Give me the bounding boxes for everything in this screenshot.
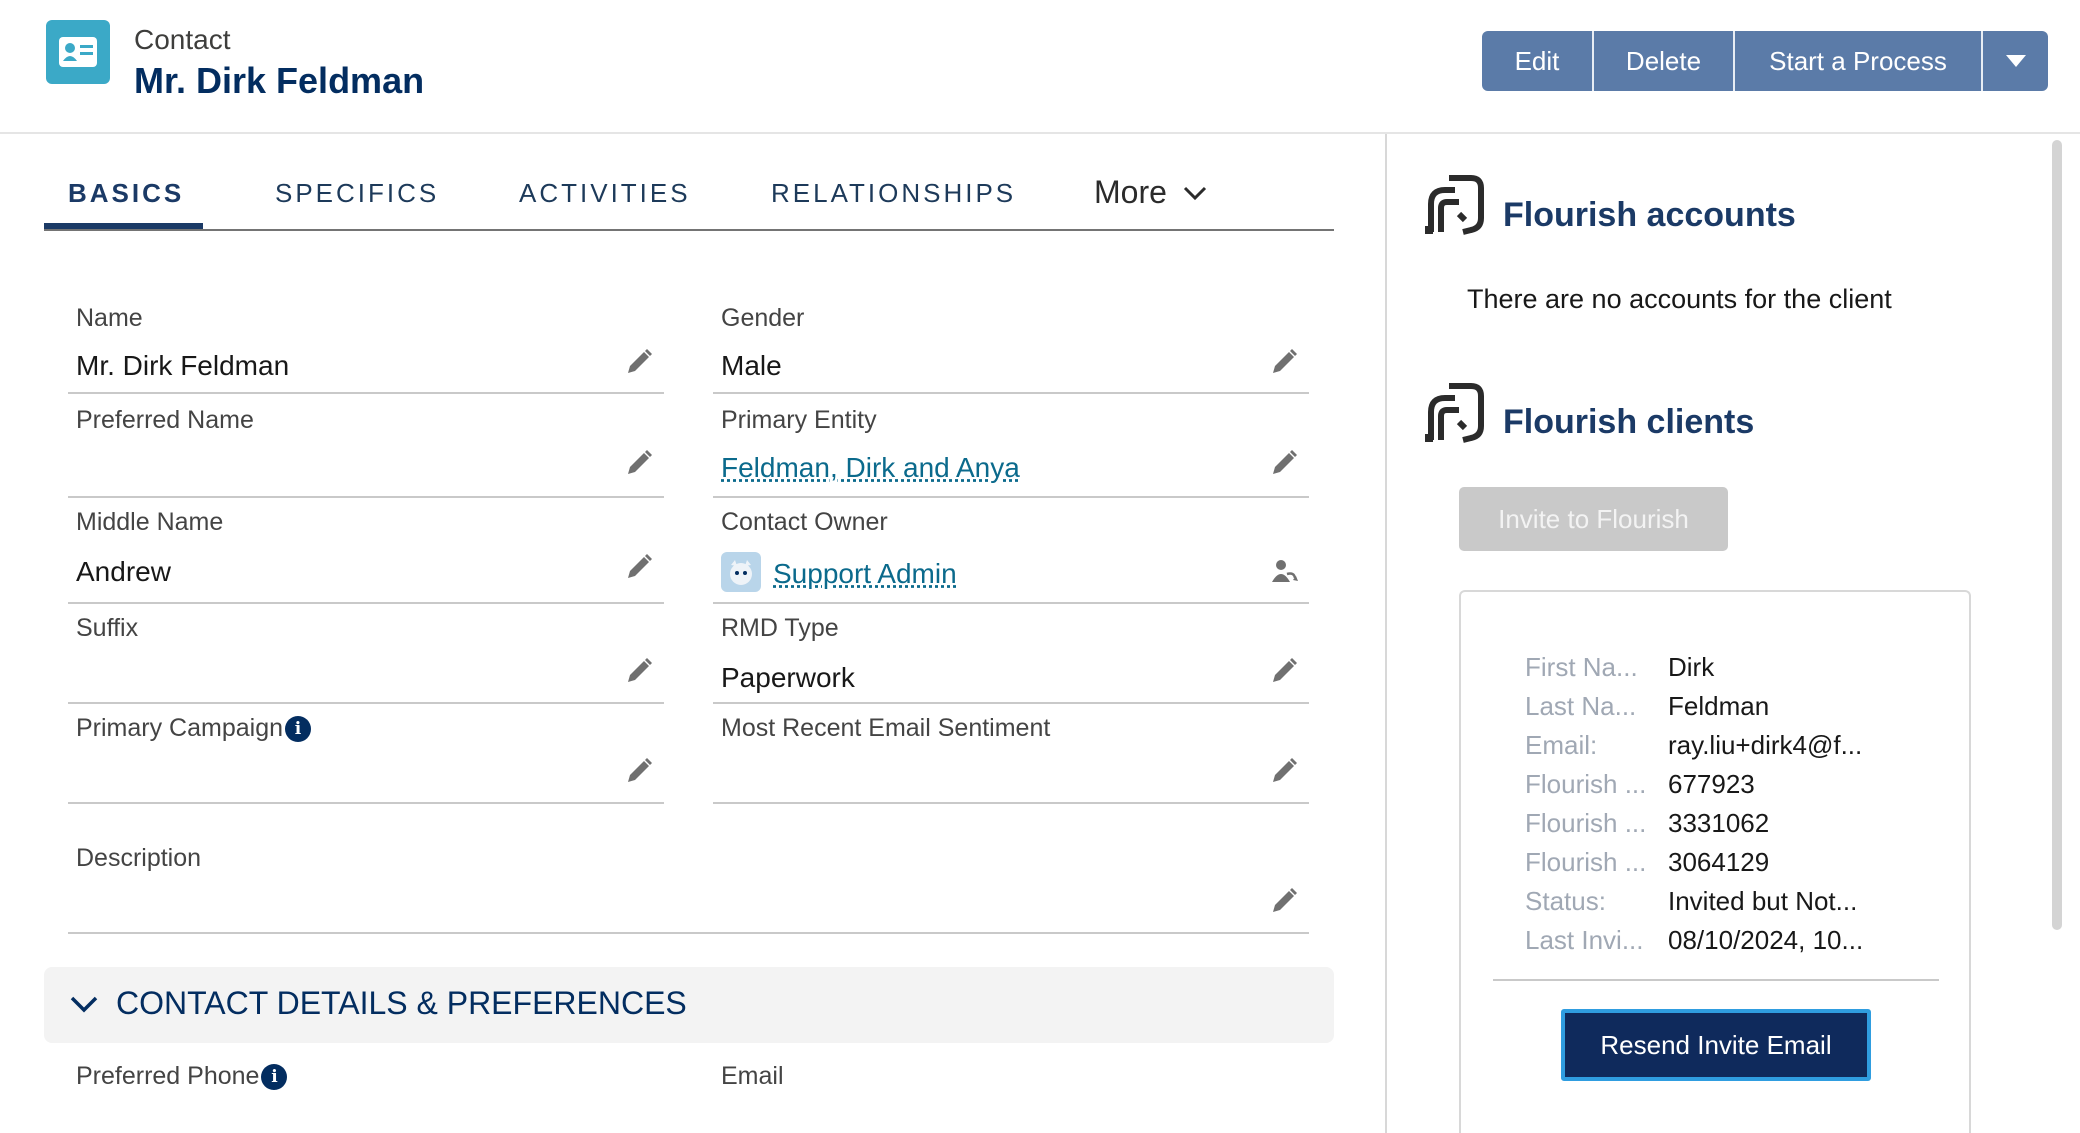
client-row-key: First Na... xyxy=(1525,652,1638,682)
edit-pencil-icon[interactable] xyxy=(624,448,654,478)
flourish-clients-title: Flourish clients xyxy=(1503,403,1755,441)
client-row-key: Flourish ... xyxy=(1525,769,1647,799)
contact-owner-link[interactable]: Support Admin xyxy=(773,558,957,590)
start-process-button[interactable]: Start a Process xyxy=(1735,31,1983,91)
header-actions: Edit Delete Start a Process xyxy=(1482,31,2048,91)
field-label: RMD Type xyxy=(721,614,839,642)
field-primary-entity: Primary Entity Feldman, Dirk and Anya xyxy=(713,396,1309,498)
field-label: Primary Entity xyxy=(721,406,877,434)
field-email-sentiment: Most Recent Email Sentiment xyxy=(713,704,1309,804)
info-icon[interactable]: i xyxy=(261,1064,288,1091)
flourish-logo-icon xyxy=(1425,383,1484,443)
field-label-wrap: Primary Campaign i xyxy=(76,714,312,743)
page-title: Mr. Dirk Feldman xyxy=(134,60,425,101)
primary-entity-link[interactable]: Feldman, Dirk and Anya xyxy=(721,452,1020,484)
field-value: Mr. Dirk Feldman xyxy=(76,350,290,381)
invite-to-flourish-button[interactable]: Invite to Flourish xyxy=(1459,487,1728,551)
sidebar-scrollbar[interactable] xyxy=(2052,140,2062,930)
edit-button[interactable]: Edit xyxy=(1482,31,1594,91)
field-suffix: Suffix xyxy=(68,604,664,704)
flourish-logo-icon xyxy=(1425,175,1484,235)
client-row-key: Last Invi... xyxy=(1525,925,1644,955)
client-row-value: Invited but Not... xyxy=(1668,886,1858,916)
field-description: Description xyxy=(68,834,1309,934)
card-divider xyxy=(1493,979,1939,981)
info-icon[interactable]: i xyxy=(285,716,312,743)
client-row-value: 3331062 xyxy=(1668,808,1770,838)
flourish-accounts-title: Flourish accounts xyxy=(1503,196,1796,234)
field-gender: Gender Male xyxy=(713,294,1309,394)
field-contact-owner: Contact Owner Support Admin xyxy=(713,498,1309,604)
client-row-value: Feldman xyxy=(1668,691,1770,721)
tab-basics[interactable]: BASICS xyxy=(68,178,184,209)
caret-down-icon xyxy=(2005,55,2026,67)
record-detail-pane: BASICS SPECIFICS ACTIVITIES RELATIONSHIP… xyxy=(0,134,1386,1133)
edit-pencil-icon[interactable] xyxy=(1269,448,1299,478)
avatar xyxy=(721,552,761,592)
tab-more-dropdown[interactable]: More xyxy=(1094,174,1207,211)
tab-more-label: More xyxy=(1094,174,1167,210)
edit-pencil-icon[interactable] xyxy=(1269,347,1299,377)
no-accounts-message: There are no accounts for the client xyxy=(1467,284,1892,314)
more-actions-button[interactable] xyxy=(1983,31,2048,91)
field-label: Primary Campaign xyxy=(76,714,284,742)
field-preferred-name: Preferred Name xyxy=(68,396,664,498)
tab-relationships[interactable]: RELATIONSHIPS xyxy=(771,178,1016,209)
field-label: Middle Name xyxy=(76,508,224,536)
field-rmd-type: RMD Type Paperwork xyxy=(713,604,1309,704)
client-row-key: Flourish ... xyxy=(1525,847,1647,877)
object-type-label: Contact xyxy=(134,24,231,55)
client-row-value: Dirk xyxy=(1668,652,1715,682)
field-label: Most Recent Email Sentiment xyxy=(721,714,1051,742)
field-name: Name Mr. Dirk Feldman xyxy=(68,294,664,394)
field-label: Preferred Name xyxy=(76,406,254,434)
flourish-sidebar: Flourish accounts There are no accounts … xyxy=(1387,134,2080,1133)
field-email-label: Email xyxy=(721,1062,784,1090)
edit-pencil-icon[interactable] xyxy=(1269,656,1299,686)
field-value: Male xyxy=(721,350,782,381)
delete-button[interactable]: Delete xyxy=(1594,31,1735,91)
resend-invite-button[interactable]: Resend Invite Email xyxy=(1561,1009,1871,1081)
client-row-value: 08/10/2024, 10... xyxy=(1668,925,1864,955)
record-header: Contact Mr. Dirk Feldman Edit Delete Sta… xyxy=(0,0,2080,134)
edit-pencil-icon[interactable] xyxy=(624,656,654,686)
chevron-down-icon xyxy=(70,996,98,1013)
field-primary-campaign: Primary Campaign i xyxy=(68,704,664,804)
client-row-value: 3064129 xyxy=(1668,847,1770,877)
field-label: Description xyxy=(76,844,202,872)
client-row-value: 677923 xyxy=(1668,769,1755,799)
tab-specifics[interactable]: SPECIFICS xyxy=(275,178,439,209)
field-middle-name: Middle Name Andrew xyxy=(68,498,664,604)
contact-card-icon xyxy=(46,20,110,84)
field-label: Suffix xyxy=(76,614,139,642)
field-label: Name xyxy=(76,304,143,332)
field-label: Preferred Phone xyxy=(76,1062,260,1090)
tab-bar: BASICS SPECIFICS ACTIVITIES RELATIONSHIP… xyxy=(44,134,1334,231)
change-owner-icon[interactable] xyxy=(1269,556,1299,586)
section-title: CONTACT DETAILS & PREFERENCES xyxy=(116,985,687,1021)
flourish-client-card: First Na... Dirk Last Na... Feldman Emai… xyxy=(1459,590,1971,1133)
client-row-key: Status: xyxy=(1525,886,1606,916)
edit-pencil-icon[interactable] xyxy=(624,347,654,377)
client-row-key: Email: xyxy=(1525,730,1598,760)
client-row-value: ray.liu+dirk4@f... xyxy=(1668,730,1863,760)
edit-pencil-icon[interactable] xyxy=(1269,756,1299,786)
field-value: Andrew xyxy=(76,556,171,587)
field-value: Paperwork xyxy=(721,662,855,693)
field-label: Gender xyxy=(721,304,805,332)
edit-pencil-icon[interactable] xyxy=(1269,886,1299,916)
chevron-down-icon xyxy=(1183,186,1206,200)
client-row-key: Last Na... xyxy=(1525,691,1637,721)
tab-activities[interactable]: ACTIVITIES xyxy=(519,178,691,209)
field-label: Contact Owner xyxy=(721,508,888,536)
edit-pencil-icon[interactable] xyxy=(624,552,654,582)
section-contact-details[interactable]: CONTACT DETAILS & PREFERENCES xyxy=(44,967,1334,1043)
client-row-key: Flourish ... xyxy=(1525,808,1647,838)
field-preferred-phone-label-wrap: Preferred Phone i xyxy=(76,1062,288,1091)
active-tab-indicator xyxy=(44,223,203,229)
edit-pencil-icon[interactable] xyxy=(624,756,654,786)
